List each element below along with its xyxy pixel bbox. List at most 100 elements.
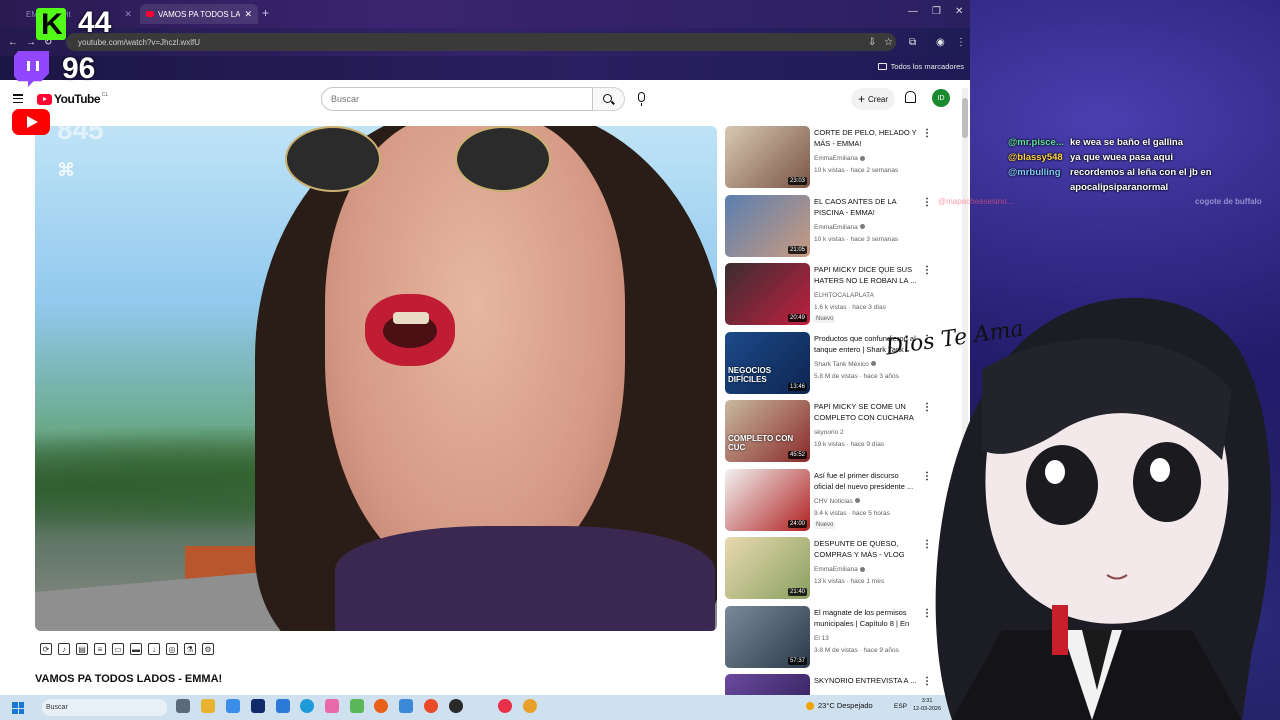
scrollbar-thumb[interactable] [962, 98, 968, 138]
channel-name[interactable]: Shark Tank México [814, 361, 876, 368]
chat-text: ya que wuea pasa aqui [1070, 152, 1173, 163]
recommended-video-title[interactable]: PAPI MICKY DICE QUE SUS HATERS NO LE ROB… [814, 264, 918, 287]
recommended-video-title[interactable]: EL CAOS ANTES DE LA PISCINA - EMMA! [814, 196, 918, 219]
obs-icon[interactable] [449, 699, 463, 713]
install-app-icon[interactable]: ⇩ [868, 37, 876, 48]
playlist-icon[interactable]: ≡ [94, 643, 106, 655]
audio-icon[interactable]: ♪ [58, 643, 70, 655]
windows-start-icon[interactable] [12, 702, 24, 714]
recommended-video-title[interactable]: CORTE DE PELO, HELADO Y MÁS - EMMA! [814, 127, 918, 150]
tab-youtube-video[interactable]: VAMOS PA TODOS LADOS - EMM ✕ [140, 4, 258, 24]
all-bookmarks-label: Todos los marcadores [890, 62, 964, 71]
video-thumbnail[interactable]: NEGOCIOS DIFÍCILES 13:46 [725, 331, 810, 394]
recommended-video-title[interactable]: Así fue el primer discurso oficial del n… [814, 470, 918, 493]
browser-menu-icon[interactable]: ⋮ [956, 37, 966, 48]
channel-name[interactable]: EmmaEmiliana [814, 155, 865, 162]
app-v2-icon[interactable] [399, 699, 413, 713]
channel-name[interactable]: EmmaEmiliana [814, 224, 865, 231]
verified-check-icon [859, 224, 865, 230]
all-bookmarks-button[interactable]: Todos los marcadores [877, 62, 964, 71]
theater-icon[interactable]: ▬ [130, 643, 142, 655]
weather-widget[interactable]: 23°C Despejado [806, 701, 873, 710]
minimize-icon[interactable]: — [908, 6, 918, 17]
app-pink-icon[interactable] [325, 699, 339, 713]
video-frame-teeth [393, 312, 429, 324]
recommended-video-title[interactable]: SKYNORIO ENTREVISTA A ... [814, 675, 918, 695]
close-tab-icon[interactable]: ✕ [244, 9, 252, 20]
miniplayer-icon[interactable]: ▭ [112, 643, 124, 655]
close-window-icon[interactable]: ✕ [955, 6, 963, 17]
channel-name[interactable]: CHV Noticias [814, 498, 860, 505]
language-indicator[interactable]: ESP [894, 703, 907, 710]
subtitles-icon[interactable]: ▤ [76, 643, 88, 655]
video-thumbnail[interactable]: 21:40 [725, 537, 810, 599]
app-green-icon[interactable] [350, 699, 364, 713]
settings-gear-icon[interactable]: ⚙ [202, 643, 214, 655]
create-button[interactable]: + Crear [851, 88, 895, 110]
bookmark-star-icon[interactable]: ☆ [884, 37, 893, 48]
maximize-icon[interactable]: ❐ [932, 6, 941, 17]
video-duration: 21:40 [787, 588, 807, 596]
recommended-video-title[interactable]: PAPI MICKY SE COME UN COMPLETO CON CUCHA… [814, 401, 918, 424]
recommended-video[interactable]: 23:03 CORTE DE PELO, HELADO Y MÁS - EMMA!… [725, 126, 955, 190]
firefox-icon[interactable] [374, 699, 388, 713]
video-thumbnail[interactable]: 20:49 [725, 263, 810, 325]
video-thumbnail[interactable]: COMPLETO CON CUC 45:52 [725, 400, 810, 462]
new-tab-button[interactable]: + [262, 6, 269, 20]
download-icon[interactable]: ↓ [148, 643, 160, 655]
video-thumbnail[interactable]: 24:00 [725, 468, 810, 531]
copilot-icon[interactable] [226, 699, 240, 713]
profile-icon[interactable]: ◉ [936, 37, 945, 48]
forward-icon[interactable]: → [26, 37, 36, 48]
chrome-canary-icon[interactable] [523, 699, 537, 713]
screenshot-icon[interactable]: ◎ [166, 643, 178, 655]
youtube-favicon-icon [146, 11, 154, 17]
channel-name[interactable]: EmmaEmiliana [814, 566, 865, 573]
sun-icon [806, 701, 814, 710]
sunglasses-right-lens [455, 126, 551, 192]
address-bar-row: ← → ↻ youtube.com/watch?v=Jhczl.wxlfU ⇩ … [0, 28, 970, 56]
recommended-video[interactable]: 21:05 EL CAOS ANTES DE LA PISCINA - EMMA!… [725, 194, 955, 259]
video-thumbnail[interactable] [725, 674, 810, 695]
video-duration: 13:46 [787, 382, 807, 391]
recommended-video-title[interactable]: DESPUNTE DE QUESO, COMPRAS Y MÁS - VLOG … [814, 538, 918, 561]
chat-username: @mrbulling [1008, 167, 1061, 178]
more-actions-icon[interactable]: ⋮ [922, 128, 932, 139]
chat-text: recordemos al leña con el jb en apocalip… [1070, 167, 1212, 193]
url-input[interactable]: youtube.com/watch?v=Jhczl.wxlfU [66, 33, 896, 51]
extensions-icon[interactable]: ⧉ [909, 37, 916, 48]
hamburger-menu-icon[interactable] [13, 94, 23, 104]
opera-icon[interactable] [498, 699, 512, 713]
browser-window: EMMA - Twit ✕ VAMOS PA TODOS LADOS - EMM… [0, 0, 970, 695]
notifications-bell-icon[interactable] [905, 91, 916, 103]
back-icon[interactable]: ← [8, 37, 18, 48]
video-duration: 24:00 [787, 519, 807, 528]
file-explorer-icon[interactable] [201, 699, 215, 713]
taskbar-search[interactable]: Buscar [42, 699, 167, 716]
video-thumbnail[interactable]: 21:05 [725, 194, 810, 257]
video-thumbnail[interactable]: 57:37 [725, 605, 810, 668]
photos-icon[interactable] [276, 699, 290, 713]
search-button[interactable] [593, 87, 625, 111]
youtube-logo[interactable]: YouTube CL [37, 92, 108, 106]
loop-icon[interactable]: ⟳ [40, 643, 52, 655]
edge-icon[interactable] [300, 699, 314, 713]
lab-icon[interactable]: ⚗ [184, 643, 196, 655]
app-v-icon[interactable] [251, 699, 265, 713]
channel-name[interactable]: skynorio 2 [814, 429, 844, 436]
twitch-viewer-count: 96 [62, 52, 96, 85]
more-actions-icon[interactable]: ⋮ [922, 197, 932, 208]
video-thumbnail[interactable]: 23:03 [725, 126, 810, 188]
channel-name-text: EmmaEmiliana [814, 223, 858, 231]
account-avatar[interactable]: ID [932, 89, 950, 107]
recommended-video-title[interactable]: El magnate de los permisos municipales |… [814, 607, 918, 630]
close-tab-icon[interactable]: ✕ [124, 9, 132, 20]
video-player[interactable]: 845 ⌘ [35, 126, 717, 631]
task-view-icon[interactable] [176, 699, 190, 713]
channel-name[interactable]: El 13 [814, 635, 829, 642]
channel-name[interactable]: ELHITOCALAPLATA [814, 292, 874, 299]
video-duration: 20:49 [787, 314, 807, 322]
chrome-icon[interactable] [424, 699, 438, 713]
microphone-icon[interactable] [638, 92, 645, 106]
search-input[interactable]: Buscar [321, 87, 593, 111]
